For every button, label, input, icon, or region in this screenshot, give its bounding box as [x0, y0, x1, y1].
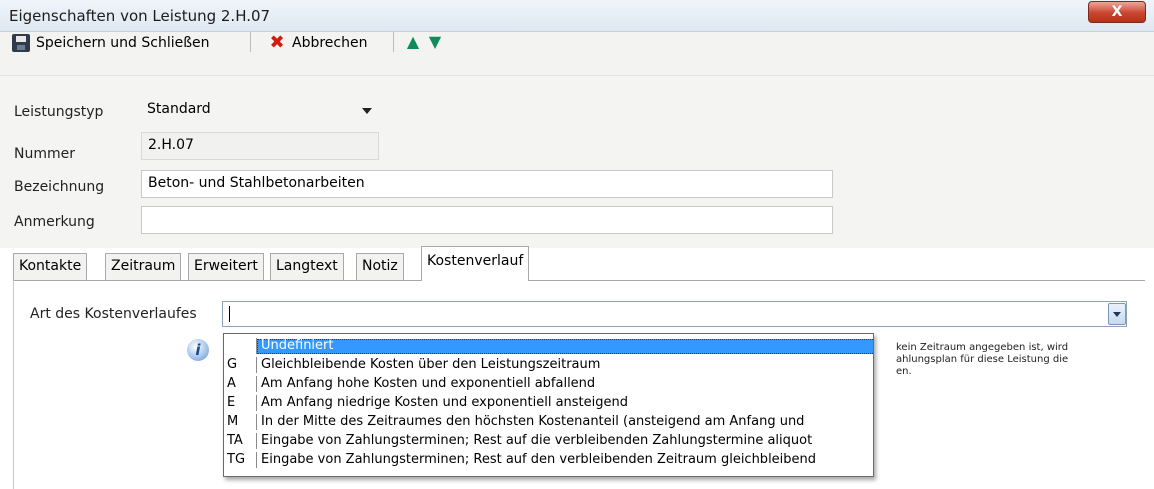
- kostenverlauf-combobox[interactable]: [222, 301, 1127, 327]
- option-text: Eingabe von Zahlungsterminen; Rest auf d…: [261, 452, 817, 467]
- hint-line: ahlungsplan für diese Leistung die: [896, 354, 1069, 365]
- tab-zeitraum[interactable]: Zeitraum: [105, 253, 182, 280]
- bezeichnung-label: Bezeichnung: [14, 179, 105, 195]
- option-text: Am Anfang hohe Kosten und exponentiell a…: [261, 376, 596, 391]
- close-icon: X: [1111, 4, 1123, 20]
- column-divider: [256, 414, 257, 430]
- option-text: Undefiniert: [261, 338, 334, 353]
- chevron-down-icon: [362, 108, 372, 114]
- nummer-label: Nummer: [14, 146, 75, 162]
- floppy-disk-icon: [12, 34, 30, 52]
- hint-line: kein Zeitraum angegeben ist, wird: [896, 342, 1069, 353]
- column-divider: [256, 433, 257, 449]
- dropdown-option-m[interactable]: M In der Mitte des Zeitraumes den höchst…: [224, 414, 873, 430]
- move-up-icon[interactable]: ▲: [405, 34, 421, 50]
- tab-kontakte[interactable]: Kontakte: [13, 253, 88, 280]
- leistungstyp-value: Standard: [147, 101, 211, 117]
- toolbar-separator: [393, 32, 394, 52]
- move-down-icon[interactable]: ▼: [427, 34, 443, 50]
- close-button[interactable]: X: [1088, 1, 1146, 23]
- column-divider: [256, 376, 257, 392]
- option-code: TG: [227, 452, 246, 467]
- option-code: E: [227, 395, 236, 410]
- option-text: In der Mitte des Zeitraumes den höchsten…: [261, 414, 805, 429]
- tab-erweitert[interactable]: Erweitert: [188, 253, 264, 280]
- column-divider: [256, 395, 257, 411]
- option-code: M: [227, 414, 239, 429]
- info-icon: i: [187, 339, 209, 361]
- anmerkung-field[interactable]: [141, 206, 833, 234]
- option-code: TA: [227, 433, 243, 448]
- column-divider: [256, 338, 257, 354]
- option-text: Eingabe von Zahlungsterminen; Rest auf d…: [261, 433, 813, 448]
- dropdown-button[interactable]: [1108, 303, 1126, 325]
- nummer-value: 2.H.07: [148, 137, 194, 153]
- dropdown-option-g[interactable]: G Gleichbleibende Kosten über den Leistu…: [224, 357, 873, 373]
- text-caret: [229, 306, 230, 322]
- bezeichnung-field[interactable]: Beton- und Stahlbetonarbeiten: [141, 170, 833, 198]
- tab-langtext[interactable]: Langtext: [270, 253, 344, 280]
- cancel-label: Abbrechen: [292, 35, 368, 51]
- option-code: G: [227, 357, 238, 372]
- leistungstyp-select[interactable]: Standard: [141, 97, 381, 125]
- dropdown-option-e[interactable]: E Am Anfang niedrige Kosten und exponent…: [224, 395, 873, 411]
- selection-highlight: [257, 339, 873, 354]
- cancel-button[interactable]: ✖ Abbrechen: [268, 31, 367, 55]
- dropdown-option-ta[interactable]: TA Eingabe von Zahlungsterminen; Rest au…: [224, 433, 873, 449]
- nummer-field[interactable]: 2.H.07: [141, 132, 379, 160]
- leistungstyp-label: Leistungstyp: [14, 104, 104, 120]
- kostenverlauf-label: Art des Kostenverlaufes: [30, 306, 197, 322]
- dropdown-option-undefiniert[interactable]: Undefiniert: [224, 338, 873, 354]
- column-divider: [256, 357, 257, 373]
- anmerkung-label: Anmerkung: [14, 214, 95, 230]
- column-divider: [256, 452, 257, 468]
- option-text: Gleichbleibende Kosten über den Leistung…: [261, 357, 601, 372]
- red-x-icon: ✖: [269, 32, 285, 53]
- title-bar: Eigenschaften von Leistung 2.H.07 X: [0, 0, 1154, 32]
- hint-text: kein Zeitraum angegeben ist, wird ahlung…: [896, 342, 1124, 378]
- save-and-close-label: Speichern und Schließen: [36, 35, 210, 51]
- tab-notiz[interactable]: Notiz: [356, 253, 404, 280]
- hint-line: en.: [896, 366, 912, 377]
- bezeichnung-value: Beton- und Stahlbetonarbeiten: [148, 175, 365, 191]
- toolbar-separator: [250, 32, 251, 52]
- dropdown-option-tg[interactable]: TG Eingabe von Zahlungsterminen; Rest au…: [224, 452, 873, 468]
- kostenverlauf-dropdown-list: Undefiniert G Gleichbleibende Kosten übe…: [223, 333, 874, 477]
- option-text: Am Anfang niedrige Kosten und exponentie…: [261, 395, 628, 410]
- window-title: Eigenschaften von Leistung 2.H.07: [9, 7, 271, 25]
- save-and-close-button[interactable]: Speichern und Schließen: [12, 31, 210, 55]
- option-code: A: [227, 376, 236, 391]
- dropdown-option-a[interactable]: A Am Anfang hohe Kosten und exponentiell…: [224, 376, 873, 392]
- tab-kostenverlauf[interactable]: Kostenverlauf: [421, 246, 530, 281]
